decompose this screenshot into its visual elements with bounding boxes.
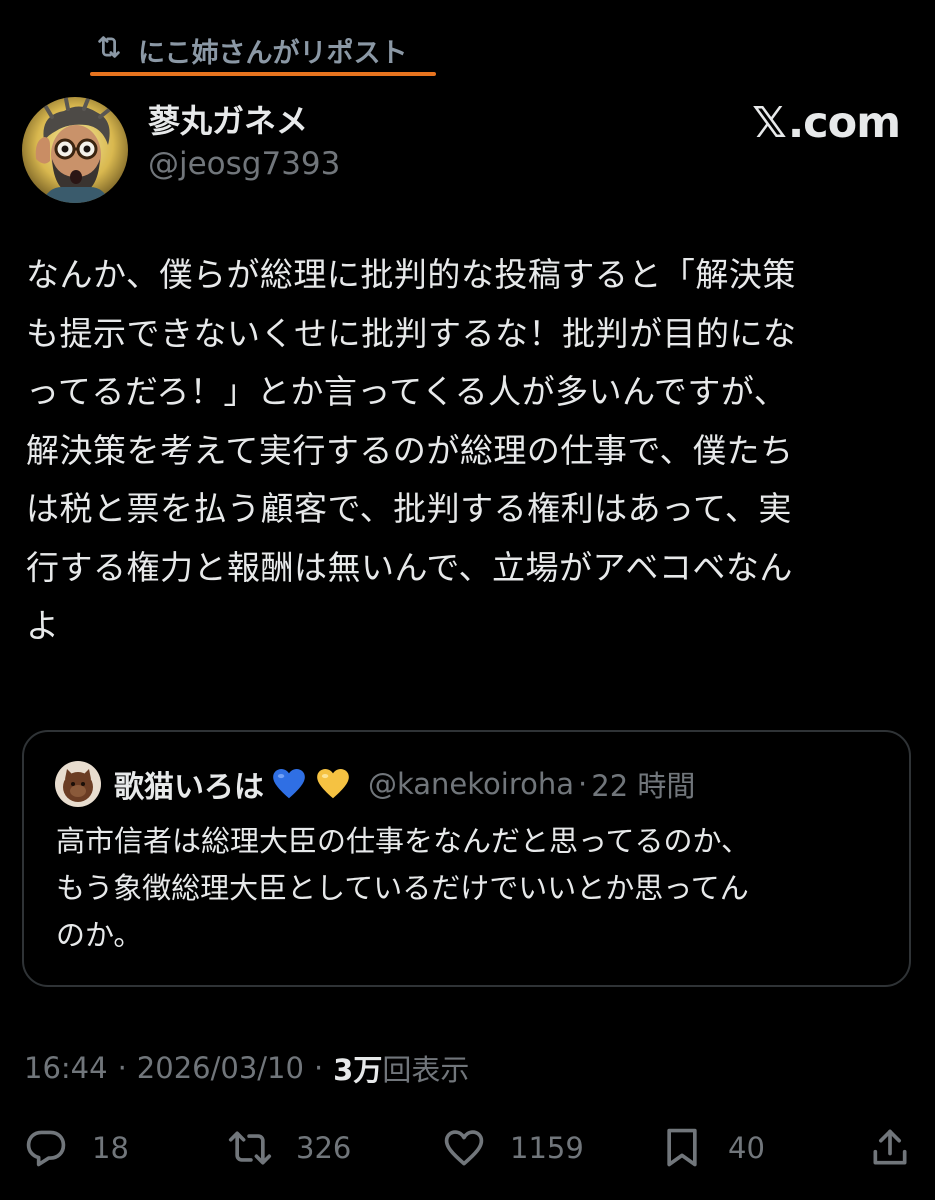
brand-suffix: .com <box>787 98 901 148</box>
tweet-line: ってるだろ！」とか言ってくる人が多いんですが、 <box>26 372 788 411</box>
blue-heart-icon <box>273 768 305 799</box>
repost-button[interactable]: 326 <box>228 1124 351 1172</box>
repost-underline <box>90 72 436 76</box>
views-count[interactable]: 3万 <box>333 1047 382 1089</box>
quote-separator: · <box>578 767 588 801</box>
quote-line: 高市信者は総理大臣の仕事をなんだと思ってるのか、 <box>56 824 750 858</box>
author-name[interactable]: 蓼丸ガネメ <box>148 101 308 141</box>
like-button[interactable]: 1159 <box>442 1124 584 1172</box>
quote-timestamp[interactable]: 22 時間 <box>591 763 695 805</box>
reply-icon <box>26 1130 66 1167</box>
avatar[interactable] <box>22 97 128 203</box>
quote-avatar[interactable] <box>55 761 101 807</box>
share-icon <box>873 1129 907 1165</box>
yellow-heart-icon <box>317 768 349 799</box>
meta-separator: · <box>313 1051 324 1085</box>
like-count: 1159 <box>510 1131 584 1165</box>
meta-separator: · <box>117 1051 127 1085</box>
quote-text: 高市信者は総理大臣の仕事をなんだと思ってるのか、 もう象徴総理大臣としているだけ… <box>56 818 886 959</box>
cat-avatar <box>55 761 101 807</box>
tweet-line: 行する権力と報酬は無いんで、立場がアベコベなん <box>26 547 793 587</box>
repost-banner-label: にこ姉さんがリポスト <box>138 37 408 69</box>
tweet-date[interactable]: 2026/03/10 <box>137 1051 304 1085</box>
bookmark-button[interactable]: 40 <box>660 1124 765 1172</box>
quote-line: のか。 <box>56 918 143 952</box>
tweet-time[interactable]: 16:44 <box>24 1051 108 1085</box>
bookmark-icon <box>667 1128 697 1167</box>
repost-count: 326 <box>296 1131 352 1165</box>
tweet-meta: 16:44 · 2026/03/10 · 3万 回表示 <box>24 1046 469 1090</box>
tweet-line: 解決策を考えて実行するのが総理の仕事で、僕たち <box>26 430 794 470</box>
quote-author-name[interactable]: 歌猫いろは <box>114 762 264 806</box>
quote-header: 歌猫いろは @kanekoiroha · 22 時間 <box>114 762 695 806</box>
tweet-line: は税と票を払う顧客で、批判する権利はあって、実 <box>26 489 792 528</box>
tweet-line: も提示できないくせに批判するな！批判が目的にな <box>26 313 797 353</box>
views-label: 回表示 <box>382 1053 470 1087</box>
share-button[interactable] <box>868 1124 912 1172</box>
repost-icon <box>228 1131 272 1165</box>
brand-watermark: 𝕏 .com <box>720 98 901 148</box>
bookmark-count: 40 <box>728 1131 765 1165</box>
tweet-line: よ <box>26 606 60 645</box>
tweet-text: なんか、僕らが総理に批判的な投稿すると「解決策 も提示できないくせに批判するな！… <box>26 246 911 656</box>
author-handle[interactable]: @jeosg7393 <box>148 144 340 184</box>
repost-icon <box>94 32 124 69</box>
repost-banner[interactable]: にこ姉さんがリポスト <box>94 30 407 70</box>
cartoon-man-with-glasses-avatar <box>22 97 128 203</box>
reply-button[interactable]: 18 <box>24 1124 129 1172</box>
reply-count: 18 <box>92 1131 129 1165</box>
heart-icon <box>444 1130 484 1166</box>
x-logo-icon: 𝕏 <box>752 98 787 148</box>
quote-author-handle[interactable]: @kanekoiroha <box>368 767 574 801</box>
tweet-line: なんか、僕らが総理に批判的な投稿すると「解決策 <box>26 255 796 294</box>
quote-line: もう象徴総理大臣としているだけでいいとか思ってん <box>56 871 749 905</box>
